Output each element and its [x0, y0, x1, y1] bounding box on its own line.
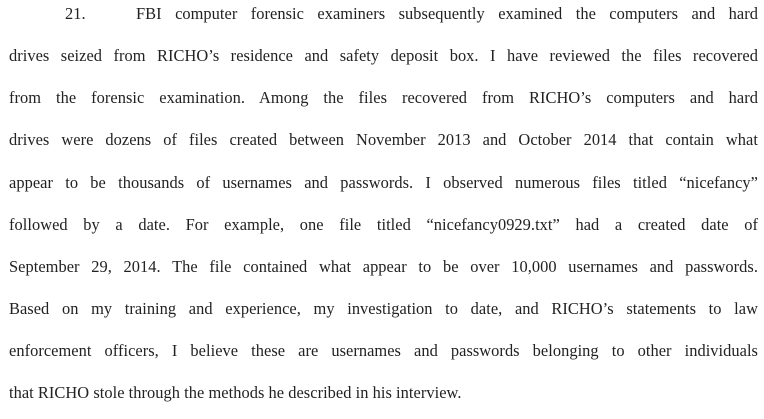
paragraph-line-7: September 29, 2014. The file contained w…: [9, 257, 758, 276]
paragraph-line-5: appear to be thousands of usernames and …: [9, 173, 758, 192]
paragraph-line-4: drives were dozens of files created betw…: [9, 130, 758, 149]
paragraph-line-8: Based on my training and experience, my …: [9, 299, 758, 318]
paragraph-number: 21.: [65, 4, 86, 23]
paragraph-line-1-text: FBI computer forensic examiners subseque…: [136, 4, 758, 23]
paragraph-line-1: 21. FBI computer forensic examiners subse…: [65, 2, 758, 26]
paragraph-line-9: enforcement officers, I believe these ar…: [9, 341, 758, 360]
paragraph-line-10: that RICHO stole through the methods he …: [9, 383, 462, 402]
paragraph-line-6: followed by a date. For example, one fil…: [9, 215, 758, 234]
document-page: 21. FBI computer forensic examiners subse…: [0, 0, 764, 419]
paragraph-line-2: drives seized from RICHO’s residence and…: [9, 46, 758, 65]
paragraph-line-3: from the forensic examination. Among the…: [9, 88, 758, 107]
